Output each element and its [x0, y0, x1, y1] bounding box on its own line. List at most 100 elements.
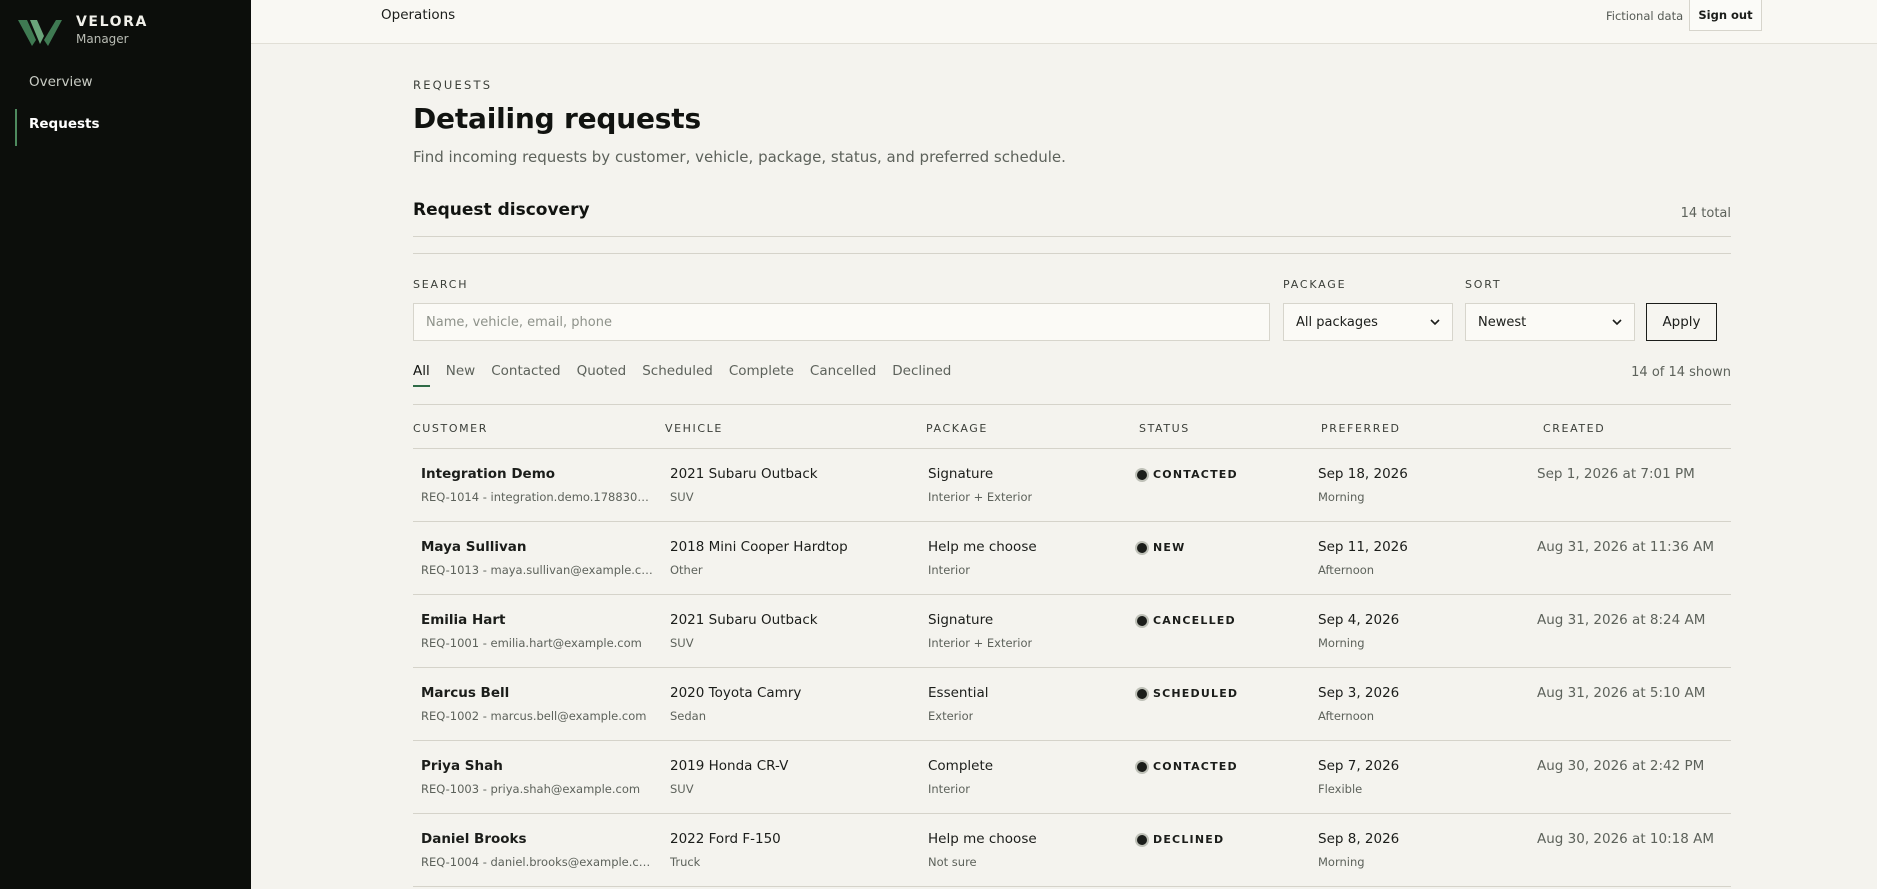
- vehicle-type: Other: [670, 563, 703, 577]
- page-subtitle: Find incoming requests by customer, vehi…: [413, 148, 1066, 166]
- status-dot-icon: [1137, 542, 1147, 553]
- package-scope: Interior: [928, 782, 970, 796]
- customer-name[interactable]: Priya Shah: [421, 758, 503, 774]
- vehicle-type: Sedan: [670, 709, 707, 723]
- preferred-date: Sep 8, 2026: [1318, 831, 1400, 847]
- vehicle-type: SUV: [670, 636, 694, 650]
- request-table-body: Integration Demo REQ-1014 - integration.…: [413, 449, 1731, 887]
- customer-name[interactable]: Daniel Brooks: [421, 831, 527, 847]
- chevron-down-icon: [1612, 319, 1622, 326]
- page-title: Detailing requests: [413, 102, 701, 135]
- apply-button[interactable]: Apply: [1646, 303, 1717, 341]
- package-select[interactable]: All packages: [1283, 303, 1453, 341]
- tab-complete[interactable]: Complete: [729, 363, 794, 387]
- tab-scheduled[interactable]: Scheduled: [642, 363, 713, 387]
- shown-count: 14 of 14 shown: [1631, 365, 1731, 380]
- status-label: DECLINED: [1153, 833, 1225, 846]
- package-name: Help me choose: [928, 831, 1037, 847]
- divider: [413, 404, 1731, 405]
- sidebar-item-requests[interactable]: Requests: [0, 109, 251, 152]
- package-name: Signature: [928, 612, 994, 628]
- status-label: CANCELLED: [1153, 614, 1236, 627]
- preferred-date: Sep 7, 2026: [1318, 758, 1400, 774]
- customer-name[interactable]: Emilia Hart: [421, 612, 506, 628]
- status-dot-icon: [1137, 761, 1147, 772]
- status-dot-icon: [1137, 834, 1147, 845]
- search-input[interactable]: [413, 303, 1270, 341]
- tab-contacted[interactable]: Contacted: [491, 363, 560, 387]
- vehicle-type: SUV: [670, 782, 694, 796]
- status-badge: CONTACTED: [1137, 760, 1238, 773]
- brand[interactable]: VELORA Manager: [18, 14, 148, 48]
- tab-new[interactable]: New: [446, 363, 475, 387]
- tab-declined[interactable]: Declined: [892, 363, 951, 387]
- header-vehicle[interactable]: VEHICLE: [665, 422, 723, 435]
- table-row[interactable]: Daniel Brooks REQ-1004 - daniel.brooks@e…: [413, 814, 1731, 887]
- preferred-time: Morning: [1318, 490, 1365, 504]
- preferred-time: Flexible: [1318, 782, 1363, 796]
- package-scope: Not sure: [928, 855, 977, 869]
- brand-name: VELORA: [76, 14, 148, 30]
- package-label: PACKAGE: [1283, 278, 1347, 291]
- request-meta: REQ-1003 - priya.shah@example.com: [421, 782, 641, 796]
- request-meta: REQ-1013 - maya.sullivan@example.com: [421, 563, 656, 577]
- sidebar: VELORA Manager Overview Requests: [0, 0, 251, 889]
- preferred-date: Sep 18, 2026: [1318, 466, 1408, 482]
- created-timestamp: Aug 31, 2026 at 5:10 AM: [1537, 685, 1706, 701]
- sort-select[interactable]: Newest: [1465, 303, 1635, 341]
- sort-select-value: Newest: [1478, 314, 1527, 330]
- header-created[interactable]: CREATED: [1543, 422, 1605, 435]
- preferred-date: Sep 4, 2026: [1318, 612, 1400, 628]
- search-label: SEARCH: [413, 278, 469, 291]
- customer-name[interactable]: Marcus Bell: [421, 685, 509, 701]
- table-row[interactable]: Emilia Hart REQ-1001 - emilia.hart@examp…: [413, 595, 1731, 668]
- status-tabs: All New Contacted Quoted Scheduled Compl…: [413, 363, 967, 387]
- table-row[interactable]: Marcus Bell REQ-1002 - marcus.bell@examp…: [413, 668, 1731, 741]
- status-dot-icon: [1137, 469, 1147, 480]
- package-name: Complete: [928, 758, 994, 774]
- customer-name[interactable]: Integration Demo: [421, 466, 555, 482]
- chevron-down-icon: [1430, 319, 1440, 326]
- preferred-time: Afternoon: [1318, 709, 1375, 723]
- package-scope: Interior + Exterior: [928, 636, 1033, 650]
- header-status[interactable]: STATUS: [1139, 422, 1190, 435]
- status-label: CONTACTED: [1153, 468, 1238, 481]
- preferred-date: Sep 11, 2026: [1318, 539, 1408, 555]
- tab-cancelled[interactable]: Cancelled: [810, 363, 876, 387]
- divider: [413, 236, 1731, 237]
- tab-quoted[interactable]: Quoted: [577, 363, 627, 387]
- preferred-date: Sep 3, 2026: [1318, 685, 1400, 701]
- vehicle-name: 2018 Mini Cooper Hardtop: [670, 539, 848, 555]
- topbar: Operations Fictional data Sign out: [251, 0, 1877, 44]
- table-row[interactable]: Priya Shah REQ-1003 - priya.shah@example…: [413, 741, 1731, 814]
- created-timestamp: Aug 31, 2026 at 11:36 AM: [1537, 539, 1714, 555]
- header-package[interactable]: PACKAGE: [926, 422, 988, 435]
- sidebar-item-overview[interactable]: Overview: [0, 68, 251, 110]
- sign-out-button[interactable]: Sign out: [1689, 0, 1762, 31]
- vehicle-name: 2020 Toyota Camry: [670, 685, 802, 701]
- tab-all[interactable]: All: [413, 363, 430, 387]
- request-meta: REQ-1004 - daniel.brooks@example.com: [421, 855, 656, 869]
- status-label: CONTACTED: [1153, 760, 1238, 773]
- status-label: SCHEDULED: [1153, 687, 1239, 700]
- preferred-time: Morning: [1318, 855, 1365, 869]
- divider: [413, 253, 1731, 254]
- vehicle-name: 2022 Ford F-150: [670, 831, 781, 847]
- brand-subtitle: Manager: [76, 32, 129, 46]
- created-timestamp: Aug 30, 2026 at 10:18 AM: [1537, 831, 1714, 847]
- package-name: Essential: [928, 685, 989, 701]
- package-scope: Interior: [928, 563, 970, 577]
- created-timestamp: Sep 1, 2026 at 7:01 PM: [1537, 466, 1695, 482]
- package-scope: Interior + Exterior: [928, 490, 1033, 504]
- vehicle-name: 2021 Subaru Outback: [670, 466, 818, 482]
- customer-name[interactable]: Maya Sullivan: [421, 539, 526, 555]
- vehicle-name: 2021 Subaru Outback: [670, 612, 818, 628]
- table-row[interactable]: Integration Demo REQ-1014 - integration.…: [413, 449, 1731, 522]
- vehicle-type: SUV: [670, 490, 694, 504]
- table-row[interactable]: Maya Sullivan REQ-1013 - maya.sullivan@e…: [413, 522, 1731, 595]
- fictional-data-label: Fictional data: [1606, 9, 1684, 23]
- request-meta: REQ-1014 - integration.demo.1788303687..…: [421, 490, 656, 504]
- package-select-value: All packages: [1296, 314, 1378, 330]
- header-customer[interactable]: CUSTOMER: [413, 422, 488, 435]
- header-preferred[interactable]: PREFERRED: [1321, 422, 1401, 435]
